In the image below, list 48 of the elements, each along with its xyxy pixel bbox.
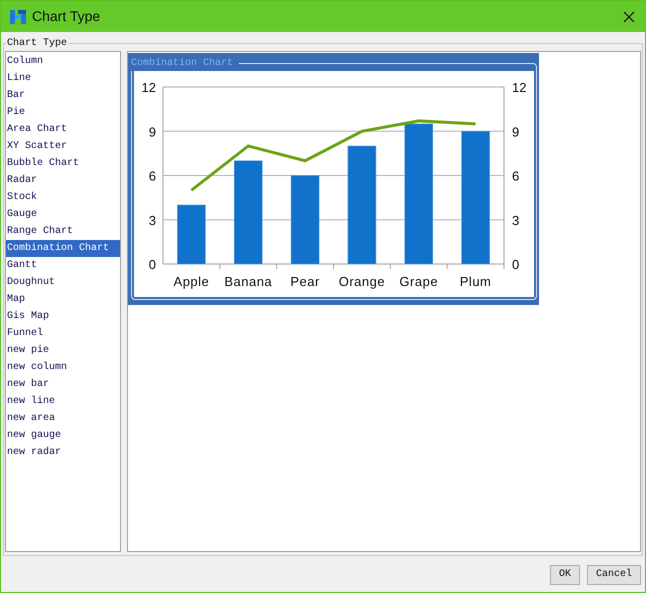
chart-type-item[interactable]: Column: [6, 53, 120, 70]
chart-type-item[interactable]: Stock: [6, 189, 120, 206]
y-tick-label: 3: [148, 212, 156, 228]
window-title: Chart Type: [32, 7, 100, 26]
y-tick-label: 6: [512, 168, 520, 184]
bar: [177, 204, 206, 264]
chart-type-item[interactable]: Area Chart: [6, 121, 120, 138]
y-tick-label: 9: [512, 124, 520, 140]
chart-type-item[interactable]: new radar: [6, 444, 120, 461]
chart-type-item[interactable]: new pie: [6, 342, 120, 359]
chart-type-item[interactable]: new area: [6, 410, 120, 427]
x-tick-label: Apple: [174, 274, 210, 289]
x-tick-label: Orange: [338, 274, 386, 289]
chart-type-item[interactable]: Pie: [6, 104, 120, 121]
y-tick-label: 0: [148, 257, 156, 272]
x-tick-label: Pear: [290, 274, 320, 289]
chart-type-item[interactable]: Bubble Chart: [6, 155, 120, 172]
y-tick-label: 6: [148, 168, 156, 184]
chart-type-item[interactable]: Gis Map: [6, 308, 120, 325]
chart-type-item[interactable]: new gauge: [6, 427, 120, 444]
y-tick-label: 0: [512, 257, 520, 272]
chart-type-item[interactable]: Bar: [6, 87, 120, 104]
chart-type-item[interactable]: Map: [6, 291, 120, 308]
chart-type-item[interactable]: Doughnut: [6, 274, 120, 291]
x-tick-label: Grape: [399, 274, 438, 289]
preview-title: Combination Chart: [131, 56, 234, 71]
x-tick-label: Plum: [460, 274, 492, 289]
group-label: Chart Type: [6, 36, 68, 51]
y-tick-label: 9: [148, 124, 156, 140]
chart-type-item[interactable]: XY Scatter: [6, 138, 120, 155]
chart-type-item[interactable]: new line: [6, 393, 120, 410]
ok-button[interactable]: OK: [550, 564, 580, 584]
app-logo-icon: [9, 8, 27, 26]
chart-type-item[interactable]: Line: [6, 70, 120, 87]
chart-type-item[interactable]: new bar: [6, 376, 120, 393]
y-tick-label: 12: [142, 80, 156, 95]
cancel-button[interactable]: Cancel: [586, 564, 641, 584]
x-tick-label: Banana: [224, 274, 272, 289]
chart-type-item[interactable]: Radar: [6, 172, 120, 189]
chart-type-item[interactable]: Funnel: [6, 325, 120, 342]
chart-type-item[interactable]: new column: [6, 359, 120, 376]
chart-type-item[interactable]: Combination Chart: [6, 240, 120, 257]
chart-type-item[interactable]: Gantt: [6, 257, 120, 274]
chart-type-item[interactable]: Range Chart: [6, 223, 120, 240]
y-tick-label: 3: [512, 212, 520, 228]
close-icon[interactable]: [623, 10, 635, 22]
y-tick-label: 12: [512, 80, 526, 95]
chart-type-item[interactable]: Gauge: [6, 206, 120, 223]
